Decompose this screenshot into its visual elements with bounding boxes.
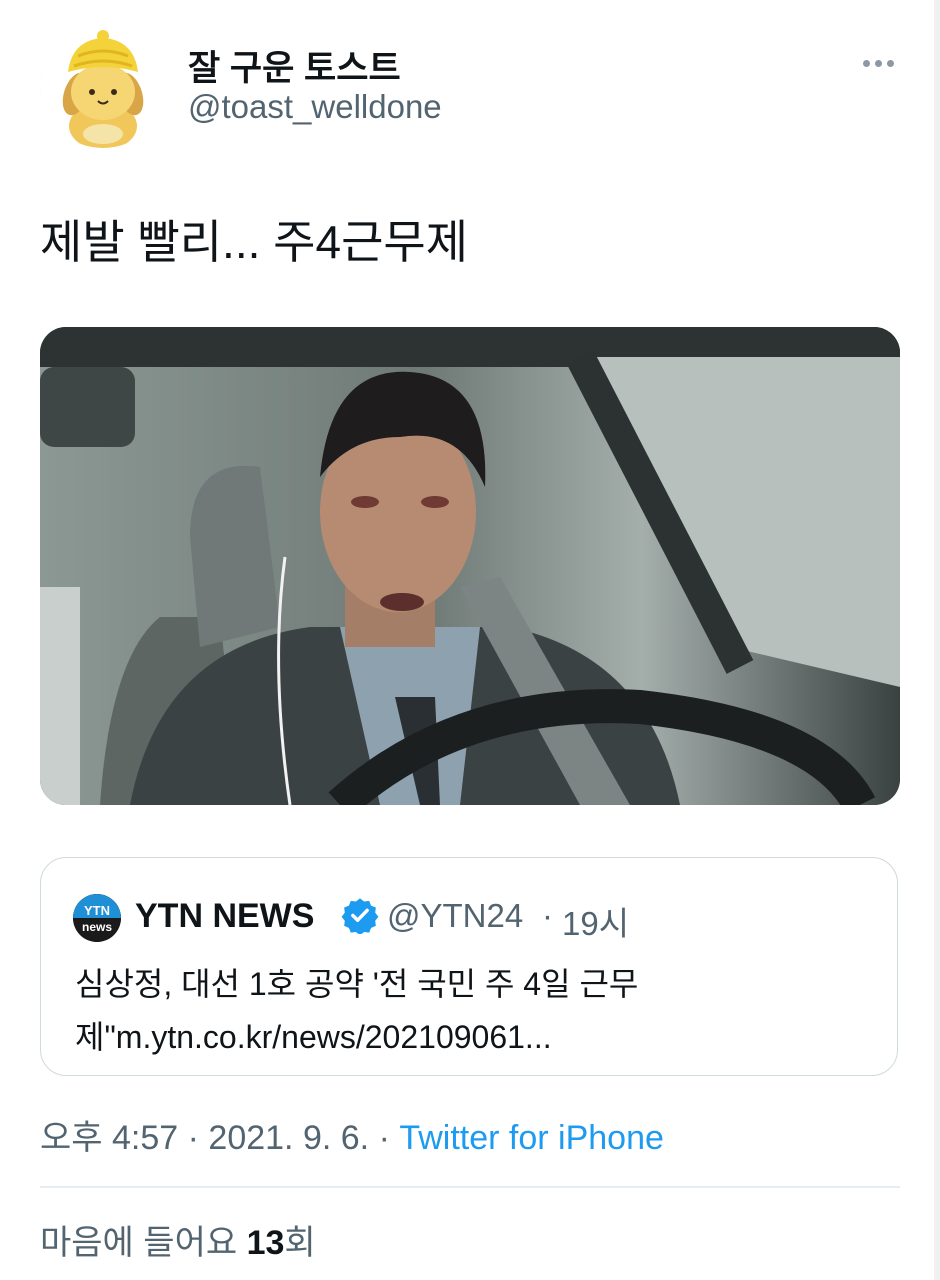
more-dot-icon — [862, 59, 870, 67]
tweet-media-image[interactable] — [40, 327, 900, 805]
author-handle[interactable]: @toast_welldone — [188, 88, 442, 126]
tweet-date[interactable]: 2021. 9. 6. — [208, 1119, 369, 1157]
ytn-logo-icon: YTN news — [73, 894, 121, 942]
svg-text:YTN: YTN — [84, 903, 110, 918]
pompompurin-avatar-icon — [40, 22, 166, 148]
more-dot-icon — [886, 59, 894, 67]
avatar[interactable] — [40, 22, 166, 148]
verified-badge-icon — [341, 898, 379, 934]
likes-unit: 회 — [284, 1224, 316, 1262]
likes-label: 마음에 들어요 — [40, 1224, 238, 1262]
tweet-time[interactable]: 오후 4:57 — [40, 1119, 178, 1157]
quoted-author-handle: @YTN24 — [387, 897, 524, 934]
divider — [40, 1186, 900, 1188]
more-options-button[interactable] — [855, 48, 901, 78]
likes-number: 13 — [246, 1224, 285, 1262]
movie-still-image — [40, 327, 900, 805]
tweet-source-link[interactable]: Twitter for iPhone — [399, 1119, 664, 1157]
meta-separator: · — [187, 1119, 199, 1157]
tweet-text: 제발 빨리... 주4근무제 — [40, 216, 469, 268]
more-dot-icon — [874, 59, 882, 67]
quoted-author-name: YTN NEWS — [135, 897, 315, 935]
quoted-separator: · — [542, 897, 553, 934]
likes-count[interactable]: 마음에 들어요 13회 — [40, 1215, 316, 1264]
quoted-tweet-text: 심상정, 대선 1호 공약 '전 국민 주 4일 근무제"m.ytn.co.kr… — [75, 966, 639, 1055]
meta-separator: · — [378, 1119, 390, 1157]
author-display-name[interactable]: 잘 구운 토스트 — [188, 40, 401, 91]
scrollbar[interactable] — [934, 0, 940, 1280]
svg-text:news: news — [82, 920, 112, 934]
quoted-timestamp: 19시 — [562, 905, 630, 942]
tweet-meta: 오후 4:57 · 2021. 9. 6. · Twitter for iPho… — [40, 1110, 664, 1159]
quoted-tweet-card[interactable]: YTN news YTN NEWS @YTN24 · 19시 심상정, 대선 1… — [40, 857, 898, 1076]
